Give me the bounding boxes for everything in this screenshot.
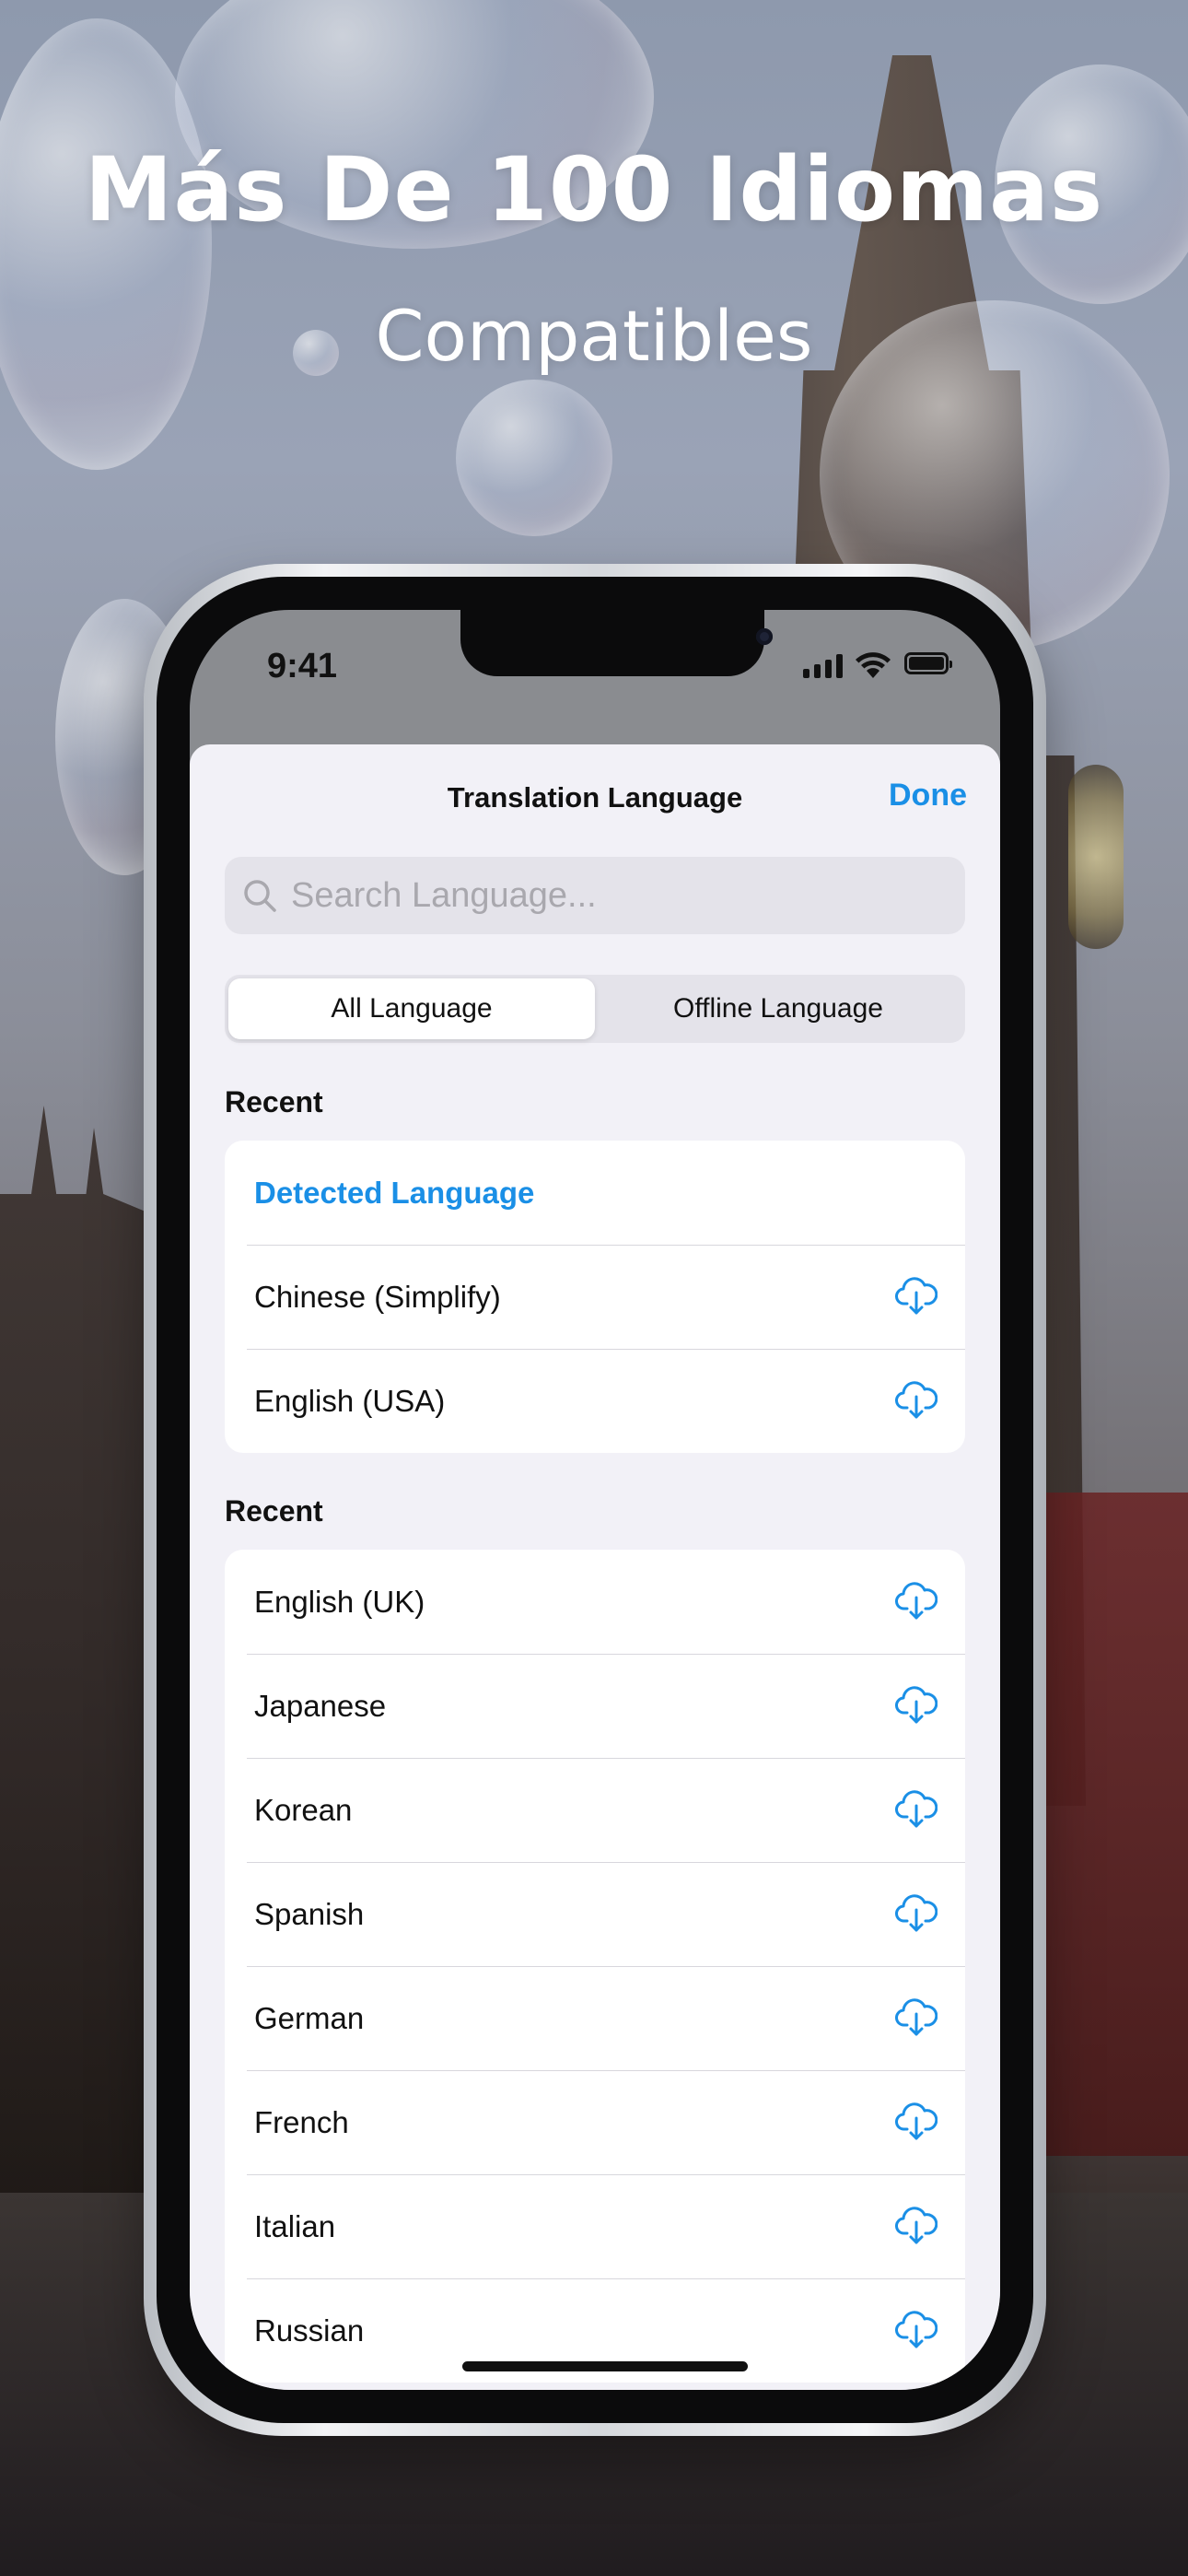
search-placeholder: Search Language... [291,875,597,915]
phone-screen: 9:41 Translation Language Done Search La… [190,610,1000,2390]
cloud-download-icon[interactable] [895,2206,938,2246]
language-filter-segmented-control: All Language Offline Language [225,975,965,1043]
language-label: Spanish [254,1896,365,1931]
done-button[interactable]: Done [889,778,967,814]
language-label: Chinese (Simplify) [254,1279,501,1314]
language-row-english-uk[interactable]: English (UK) [225,1550,965,1654]
cloud-download-icon[interactable] [895,1380,938,1421]
cloud-download-icon[interactable] [895,2310,938,2350]
language-row-german[interactable]: German [225,1966,965,2070]
notch [460,610,773,676]
search-field[interactable]: Search Language... [225,857,965,934]
language-label: Detected Language [254,1175,535,1210]
status-time: 9:41 [267,647,338,685]
cloud-download-icon[interactable] [895,1685,938,1726]
wifi-icon [856,652,891,678]
language-row-japanese[interactable]: Japanese [225,1654,965,1758]
section-label-recent: Recent [225,1085,323,1118]
segment-offline-language[interactable]: Offline Language [595,978,961,1039]
section-label-recent: Recent [225,1494,323,1528]
segment-all-language[interactable]: All Language [228,978,595,1039]
cloud-download-icon[interactable] [895,1581,938,1622]
language-label: German [254,2000,365,2035]
search-icon [244,880,276,912]
red-bus-blur [1031,1493,1188,2156]
language-label: Italian [254,2208,336,2243]
all-languages-card: English (UK) Japanese Korean Spanish Ger… [225,1550,965,2383]
front-camera [756,628,773,645]
language-row-chinese-simplify[interactable]: Chinese (Simplify) [225,1245,965,1349]
language-label: English (UK) [254,1584,425,1619]
cellular-signal-icon [803,654,843,678]
language-label: Japanese [254,1688,387,1723]
language-label: Korean [254,1792,353,1827]
language-row-spanish[interactable]: Spanish [225,1862,965,1966]
language-row-english-usa[interactable]: English (USA) [225,1349,965,1453]
language-row-korean[interactable]: Korean [225,1758,965,1862]
language-label: Russian [254,2313,365,2348]
battery-icon [904,652,952,674]
language-row-italian[interactable]: Italian [225,2174,965,2278]
headline-subtitle: Compatibles [375,295,813,377]
home-indicator[interactable] [462,2361,748,2371]
cloud-download-icon[interactable] [895,1893,938,1934]
language-row-detected[interactable]: Detected Language [225,1141,965,1245]
recent-languages-card: Detected Language Chinese (Simplify) Eng… [225,1141,965,1453]
phone-bezel: 9:41 Translation Language Done Search La… [157,577,1033,2423]
left-building [0,1106,157,2211]
language-sheet: Translation Language Done Search Languag… [190,744,1000,2390]
cloud-download-icon[interactable] [895,1789,938,1830]
headline-title: Más De 100 Idiomas [84,138,1104,241]
cloud-download-icon[interactable] [895,1997,938,2038]
cloud-download-icon[interactable] [895,1276,938,1317]
cloud-download-icon[interactable] [895,2102,938,2142]
language-label: French [254,2104,349,2139]
language-row-french[interactable]: French [225,2070,965,2174]
language-label: English (USA) [254,1383,446,1418]
sheet-title: Translation Language [447,781,743,814]
phone-frame: 9:41 Translation Language Done Search La… [144,564,1046,2436]
soap-bubble [456,380,612,536]
tower-clock-face [1068,765,1124,949]
